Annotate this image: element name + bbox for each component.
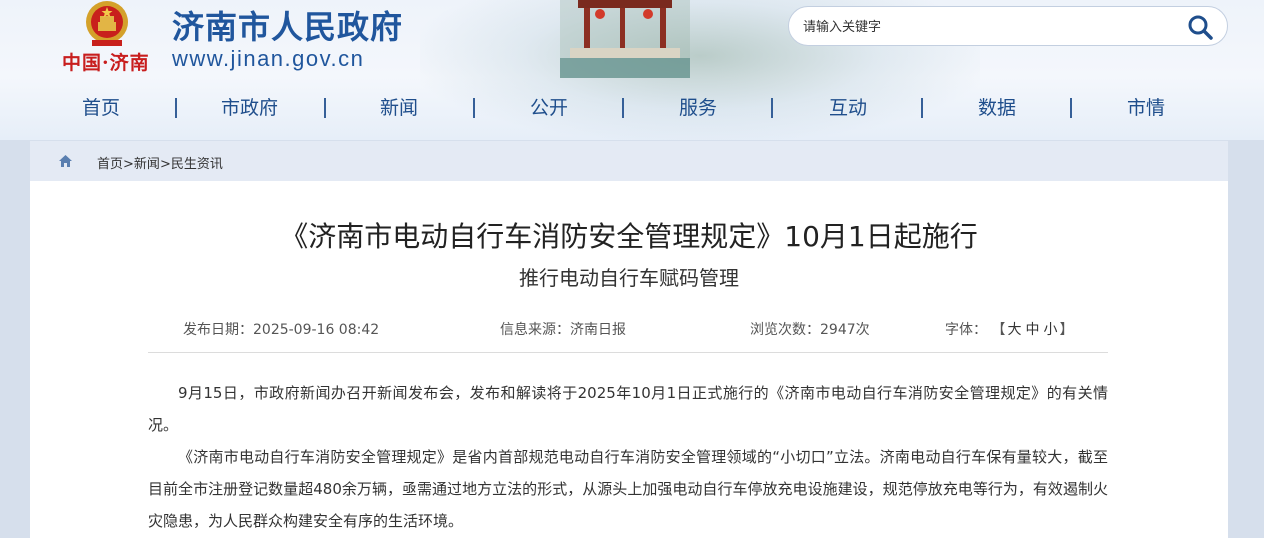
breadcrumb-separator: > (123, 157, 134, 172)
nav-separator (771, 98, 773, 118)
breadcrumb-trail: 首页>新闻>民生资讯 (97, 153, 223, 172)
info-source-value: 济南日报 (570, 322, 626, 338)
nav-separator (1070, 98, 1072, 118)
nav-separator (622, 98, 624, 118)
nav-item-service[interactable]: 服务 (679, 90, 717, 126)
font-size-small[interactable]: 小 (1043, 322, 1057, 338)
publish-date-value: 2025-09-16 08:42 (253, 322, 380, 338)
font-size-switcher: 字体： 【大中小】 (945, 319, 1073, 339)
breadcrumb: 首页>新闻>民生资讯 (30, 141, 1228, 181)
font-size-large[interactable]: 大 (1007, 322, 1021, 338)
pavilion-illustration (560, 0, 690, 78)
search-icon[interactable] (1187, 14, 1213, 40)
site-header: 中国·济南 济南市人民政府 www.jinan.gov.cn 首页 市政府 新闻… (0, 0, 1264, 140)
font-size-bracket-close: 】 (1059, 322, 1074, 338)
breadcrumb-news[interactable]: 新闻 (134, 157, 160, 172)
breadcrumb-separator: > (159, 157, 171, 172)
view-count-label: 浏览次数： (750, 322, 820, 338)
breadcrumb-home[interactable]: 首页 (97, 157, 123, 172)
brand-signature: 中国·济南 (62, 52, 150, 74)
view-count-value: 2947次 (820, 322, 870, 338)
font-size-label: 字体： (945, 322, 987, 338)
article-body: 9月15日，市政府新闻办召开新闻发布会，发布和解读将于2025年10月1日正式施… (148, 377, 1108, 537)
site-url[interactable]: www.jinan.gov.cn (172, 46, 364, 72)
info-source-label: 信息来源： (500, 322, 570, 338)
nav-separator (175, 98, 177, 118)
article-panel: 《济南市电动自行车消防安全管理规定》10月1日起施行 推行电动自行车赋码管理 发… (30, 181, 1228, 538)
font-size-bracket-open: 【 (991, 322, 1006, 338)
nav-item-home[interactable]: 首页 (82, 90, 120, 126)
view-count: 浏览次数：2947次 (750, 319, 870, 339)
nav-item-government[interactable]: 市政府 (221, 90, 278, 126)
nav-separator (921, 98, 923, 118)
publish-date: 发布日期：2025-09-16 08:42 (183, 319, 379, 339)
national-emblem-icon (86, 1, 128, 46)
article-paragraph: 9月15日，市政府新闻办召开新闻发布会，发布和解读将于2025年10月1日正式施… (148, 384, 1108, 434)
breadcrumb-livelihood[interactable]: 民生资讯 (171, 157, 223, 172)
article-subtitle: 推行电动自行车赋码管理 (519, 266, 739, 290)
site-title[interactable]: 济南市人民政府 (172, 2, 403, 48)
nav-item-interaction[interactable]: 互动 (829, 90, 867, 126)
search-input[interactable] (803, 16, 1163, 38)
meta-divider (148, 352, 1108, 353)
article-paragraph: 《济南市电动自行车消防安全管理规定》是省内首部规范电动自行车消防安全管理领域的“… (148, 448, 1108, 530)
search-box (788, 6, 1228, 46)
nav-separator (473, 98, 475, 118)
nav-item-city-info[interactable]: 市情 (1127, 90, 1165, 126)
info-source: 信息来源：济南日报 (500, 319, 626, 339)
publish-date-label: 发布日期： (183, 322, 253, 338)
nav-item-news[interactable]: 新闻 (380, 90, 418, 126)
nav-item-open[interactable]: 公开 (530, 90, 568, 126)
font-size-medium[interactable]: 中 (1025, 322, 1039, 338)
nav-separator (324, 98, 326, 118)
home-icon[interactable] (58, 154, 73, 168)
article-title: 《济南市电动自行车消防安全管理规定》10月1日起施行 (280, 220, 978, 253)
main-nav: 首页 市政府 新闻 公开 服务 互动 数据 市情 (0, 90, 1264, 126)
nav-item-data[interactable]: 数据 (978, 90, 1016, 126)
